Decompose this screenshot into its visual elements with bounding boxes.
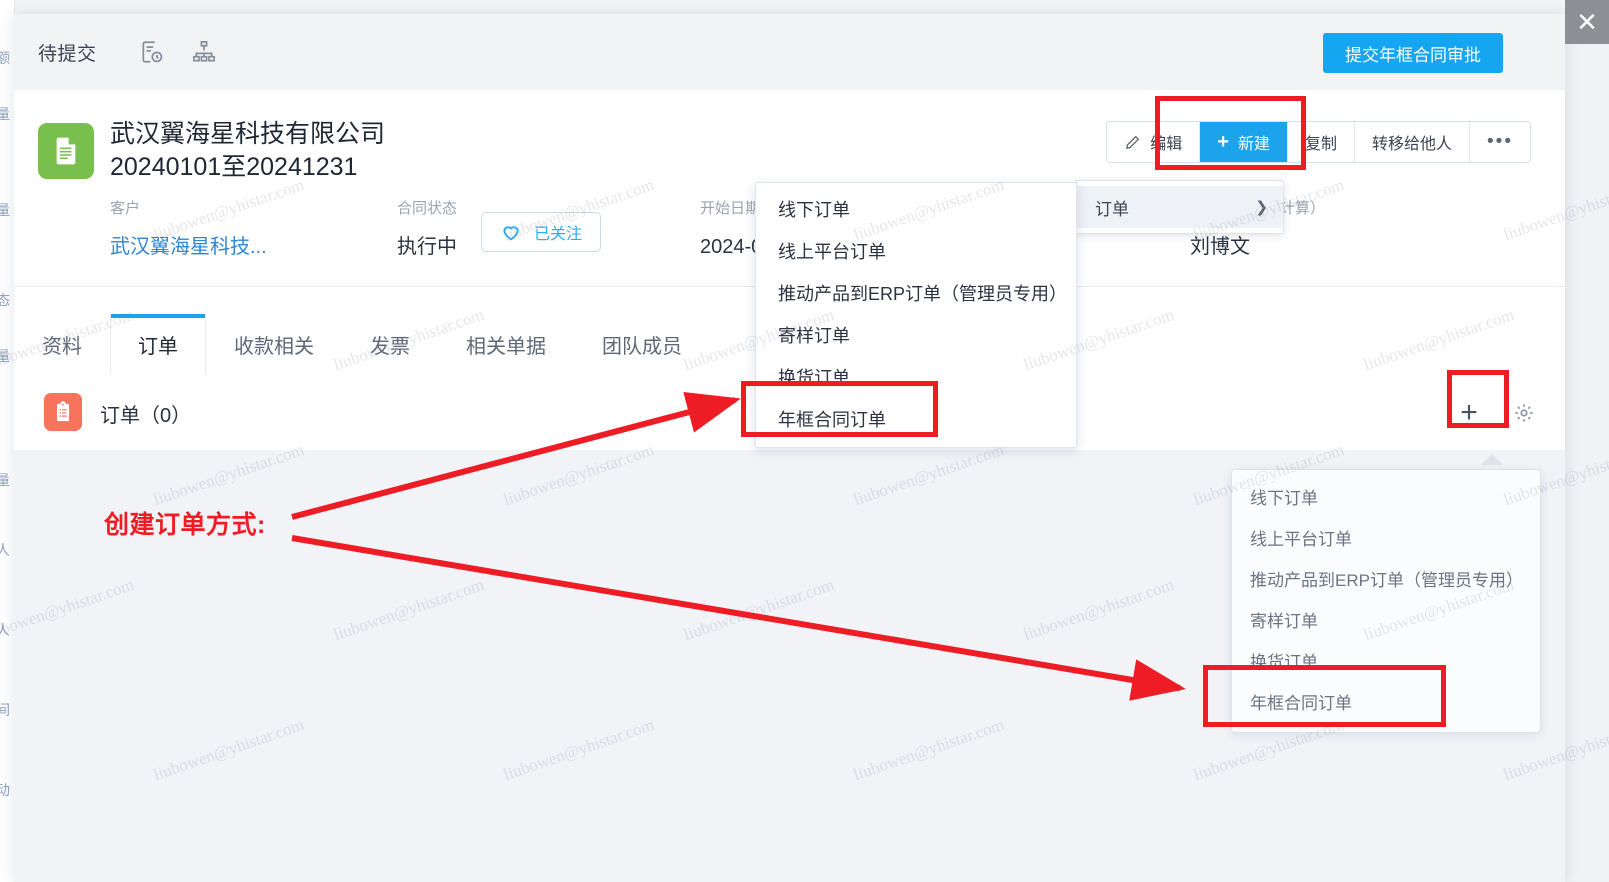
menu-item-exchange-order[interactable]: 换货订单 <box>1232 642 1540 683</box>
tab-label: 相关单据 <box>466 335 546 358</box>
tab-fapiao[interactable]: 发票 <box>342 314 438 374</box>
edit-button[interactable]: 编辑 <box>1107 122 1201 162</box>
tab-tuandui-chengyuan[interactable]: 团队成员 <box>574 314 710 374</box>
dropdown-caret-icon <box>1481 454 1503 465</box>
copy-button-label: 复制 <box>1305 136 1338 153</box>
transfer-button-label: 转移给他人 <box>1372 136 1453 153</box>
order-type-menu-bottom: 线下订单 线上平台订单 推动产品到ERP订单（管理员专用） 寄样订单 换货订单 … <box>1231 469 1541 733</box>
more-actions-button[interactable]: ••• <box>1470 122 1530 162</box>
pencil-icon <box>1126 135 1140 149</box>
copy-button[interactable]: 复制 <box>1288 122 1356 162</box>
close-icon[interactable]: ✕ <box>1565 0 1609 44</box>
plus-icon: + <box>1217 131 1229 153</box>
menu-item-annual-contract-order[interactable]: 年框合同订单 <box>756 399 1076 441</box>
tab-xiangguan-danju[interactable]: 相关单据 <box>438 314 574 374</box>
status-bar: 待提交 提交年框合同审批 <box>14 14 1565 91</box>
tab-shoukuan[interactable]: 收款相关 <box>206 314 342 374</box>
app-root: 额 量 量 态 量 量 人 人 间 动 待提交 <box>0 0 1609 882</box>
field-contract-status: 合同状态 执行中 <box>397 198 697 264</box>
new-record-submenu: 订单 ❯ <box>1076 180 1284 234</box>
background-right-strip <box>1565 0 1609 882</box>
menu-item-sample-order[interactable]: 寄样订单 <box>756 315 1076 357</box>
document-icon <box>38 123 94 179</box>
menu-item-online-platform-order[interactable]: 线上平台订单 <box>1232 519 1540 560</box>
tab-label: 收款相关 <box>234 335 314 358</box>
submenu-item-label: 订单 <box>1095 199 1129 219</box>
history-icon[interactable] <box>139 39 165 65</box>
status-icon-group <box>139 39 217 65</box>
field-customer: 客户 武汉翼海星科技... <box>110 198 410 264</box>
more-icon: ••• <box>1487 131 1513 152</box>
clipboard-icon <box>44 393 82 431</box>
menu-item-exchange-order[interactable]: 换货订单 <box>756 357 1076 399</box>
tab-label: 资料 <box>42 335 82 358</box>
add-order-button[interactable]: + <box>1449 393 1489 433</box>
tab-dingdan[interactable]: 订单 <box>110 314 206 375</box>
field-value: 执行中 <box>397 236 457 258</box>
transfer-button[interactable]: 转移给他人 <box>1355 122 1471 162</box>
field-value: 刘博文 <box>1190 236 1250 258</box>
menu-item-erp-push-order[interactable]: 推动产品到ERP订单（管理员专用） <box>1232 560 1540 601</box>
gear-icon[interactable] <box>1513 402 1535 424</box>
menu-item-online-platform-order[interactable]: 线上平台订单 <box>756 231 1076 273</box>
tab-ziliao[interactable]: 资料 <box>14 314 110 374</box>
menu-item-sample-order[interactable]: 寄样订单 <box>1232 601 1540 642</box>
record-toolbar: 编辑 + 新建 复制 转移给他人 ••• <box>1106 121 1531 163</box>
tab-label: 团队成员 <box>602 335 682 358</box>
field-value[interactable]: 武汉翼海星科技... <box>110 230 410 264</box>
edit-button-label: 编辑 <box>1150 136 1183 153</box>
background-left-strip: 额 量 量 态 量 量 人 人 间 动 <box>0 0 15 882</box>
field-label: 客户 <box>110 200 141 217</box>
tab-label: 发票 <box>370 335 410 358</box>
org-chart-icon[interactable] <box>191 39 217 65</box>
page-title: 武汉翼海星科技有限公司20240101至20241231 <box>110 120 386 181</box>
record-status-label: 待提交 <box>38 43 97 65</box>
field-label: 合同状态 <box>397 200 458 217</box>
record-detail-drawer: 待提交 提交年框合同审批 武汉翼海星科技有限公司20240101至2024123… <box>14 14 1565 882</box>
menu-item-offline-order[interactable]: 线下订单 <box>756 189 1076 231</box>
orders-section-title: 订单（0） <box>100 405 192 427</box>
tab-label: 订单 <box>138 335 178 358</box>
menu-item-offline-order[interactable]: 线下订单 <box>1232 478 1540 519</box>
submit-approval-button[interactable]: 提交年框合同审批 <box>1323 33 1503 73</box>
menu-item-annual-contract-order[interactable]: 年框合同订单 <box>1232 683 1540 724</box>
new-button-label: 新建 <box>1237 136 1270 153</box>
new-button[interactable]: + 新建 <box>1200 122 1288 162</box>
order-type-menu-top: 线下订单 线上平台订单 推动产品到ERP订单（管理员专用） 寄样订单 换货订单 … <box>755 182 1077 448</box>
submenu-item-order[interactable]: 订单 ❯ <box>1077 186 1283 228</box>
chevron-right-icon: ❯ <box>1255 199 1268 216</box>
menu-item-erp-push-order[interactable]: 推动产品到ERP订单（管理员专用） <box>756 273 1076 315</box>
